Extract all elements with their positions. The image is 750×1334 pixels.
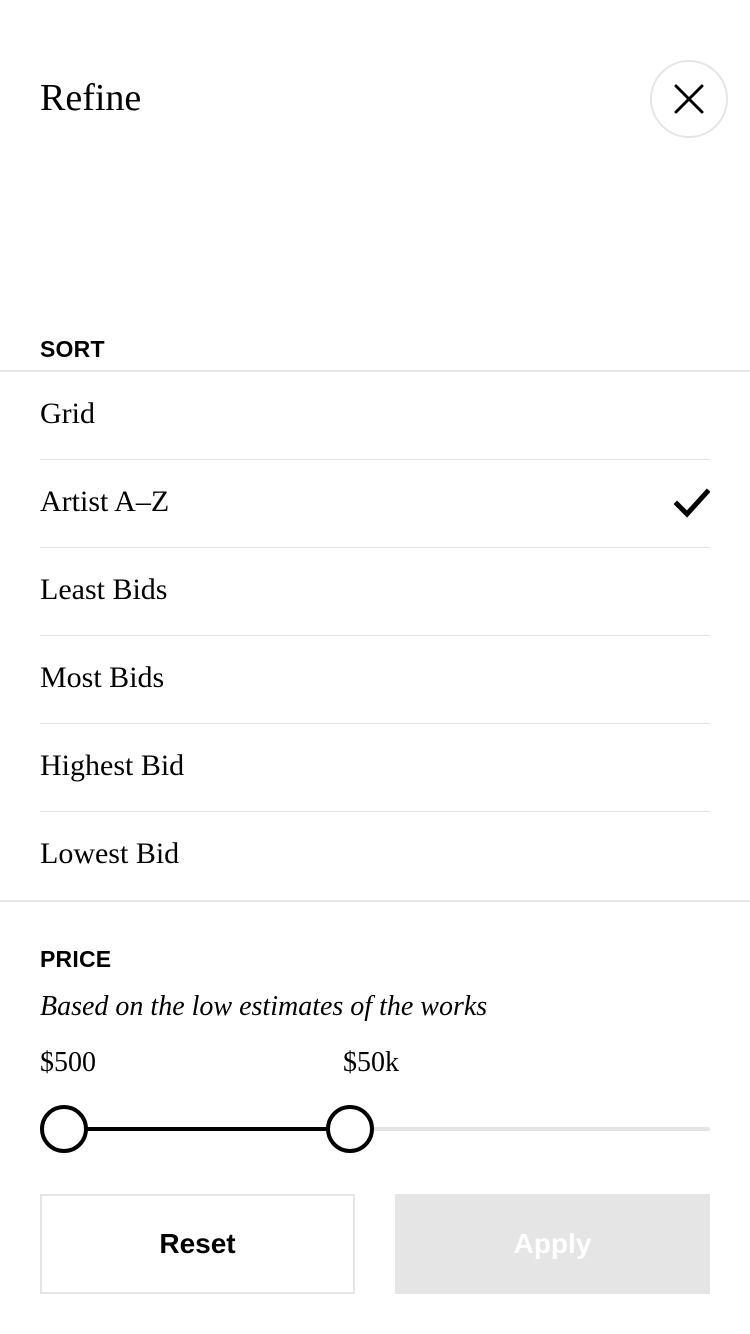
slider-track-fill bbox=[64, 1127, 350, 1131]
sort-option-label: Artist A–Z bbox=[40, 484, 170, 518]
page-title: Refine bbox=[40, 77, 142, 119]
reset-button[interactable]: Reset bbox=[40, 1194, 355, 1294]
sort-option-label: Lowest Bid bbox=[40, 837, 180, 870]
slider-max-handle[interactable] bbox=[326, 1105, 374, 1153]
sort-option-label: Most Bids bbox=[40, 660, 165, 694]
price-section-label: PRICE bbox=[40, 946, 112, 972]
price-min-value: $500 bbox=[40, 1047, 96, 1078]
sort-option-label: Least Bids bbox=[40, 572, 168, 606]
sort-option-most-bids[interactable]: Most Bids bbox=[40, 636, 710, 724]
sort-option-highest-bid[interactable]: Highest Bid bbox=[40, 724, 710, 812]
sort-option-label: Highest Bid bbox=[40, 748, 185, 782]
close-button[interactable] bbox=[650, 60, 728, 138]
sort-option-least-bids[interactable]: Least Bids bbox=[40, 548, 710, 636]
slider-min-handle[interactable] bbox=[40, 1105, 88, 1153]
sort-section-label: SORT bbox=[40, 336, 105, 362]
close-icon bbox=[674, 84, 704, 114]
sort-options-list: Grid Artist A–Z Least Bids Most Bids Hig… bbox=[40, 372, 710, 900]
sort-option-grid[interactable]: Grid bbox=[40, 372, 710, 460]
apply-button[interactable]: Apply bbox=[395, 1194, 710, 1294]
price-subtitle: Based on the low estimates of the works bbox=[40, 991, 488, 1022]
price-max-value: $50k bbox=[343, 1047, 399, 1078]
sort-bottom-divider bbox=[0, 900, 750, 902]
sort-option-artist-a-z[interactable]: Artist A–Z bbox=[40, 460, 710, 548]
checkmark-icon bbox=[674, 488, 710, 518]
price-range-slider[interactable] bbox=[40, 1104, 710, 1154]
sort-option-label: Grid bbox=[40, 396, 95, 430]
sort-option-lowest-bid[interactable]: Lowest Bid bbox=[40, 812, 710, 900]
